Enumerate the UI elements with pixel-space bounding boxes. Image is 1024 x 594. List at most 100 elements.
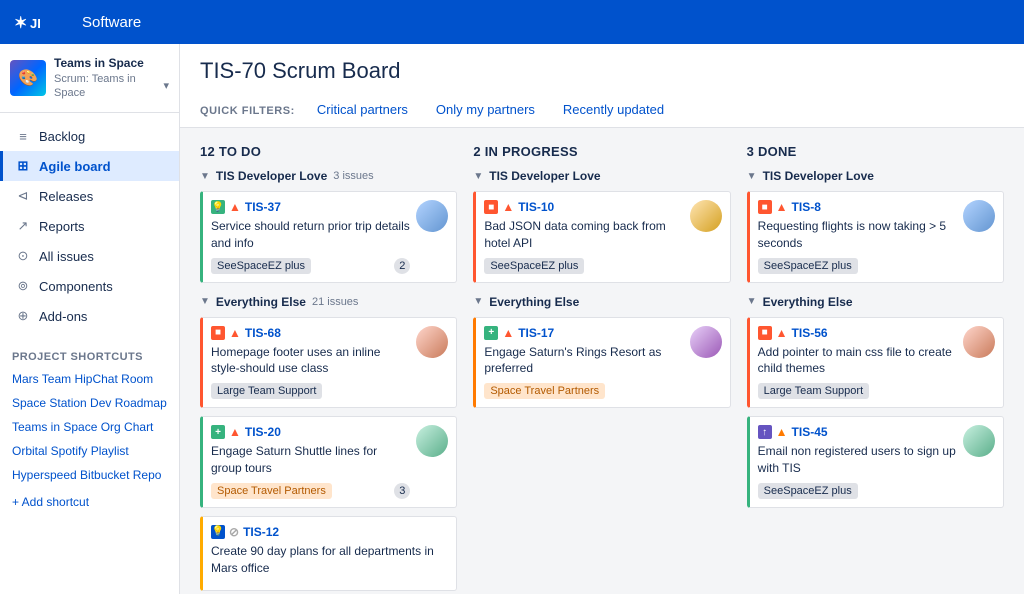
story-icon: 💡: [211, 200, 225, 214]
sidebar-item-all-issues[interactable]: ⊙ All issues: [0, 241, 179, 271]
card-id: ■ ▲ TIS-68: [211, 326, 410, 340]
swimlane-title: Everything Else: [489, 295, 579, 309]
card-tis-8[interactable]: ■ ▲ TIS-8 Requesting flights is now taki…: [747, 191, 1004, 283]
card-avatar: [963, 425, 995, 457]
card-id: ■ ▲ TIS-56: [758, 326, 957, 340]
swimlane-everything-else-todo: ▼ Everything Else 21 issues ■ ▲: [200, 295, 457, 592]
card-id: ↑ ▲ TIS-45: [758, 425, 957, 439]
card-title: Create 90 day plans for all departments …: [211, 543, 448, 577]
chevron-icon: ▼: [473, 171, 483, 182]
improvement-icon: ↑: [758, 425, 772, 439]
sidebar-item-label: Backlog: [39, 129, 85, 144]
story-icon: +: [211, 425, 225, 439]
sidebar-item-label: Releases: [39, 189, 93, 204]
card-id: + ▲ TIS-20: [211, 425, 410, 439]
project-name: Teams in Space: [54, 56, 169, 72]
card-id: + ▲ TIS-17: [484, 326, 683, 340]
swimlane-header-2[interactable]: ▼ Everything Else: [473, 295, 730, 309]
reports-icon: ↗: [15, 218, 31, 234]
main-content: TIS-70 Scrum Board QUICK FILTERS: Critic…: [180, 44, 1024, 594]
card-tis-56[interactable]: ■ ▲ TIS-56 Add pointer to main css file …: [747, 317, 1004, 409]
card-tag: Space Travel Partners: [484, 383, 605, 399]
quick-filter-label: QUICK FILTERS:: [200, 105, 295, 117]
card-avatar: [416, 200, 448, 232]
addons-icon: ⊕: [15, 308, 31, 324]
board-header: TIS-70 Scrum Board QUICK FILTERS: Critic…: [180, 44, 1024, 128]
card-tis-37[interactable]: 💡 ▲ TIS-37 Service should return prior t…: [200, 191, 457, 283]
filter-critical-partners[interactable]: Critical partners: [305, 94, 420, 128]
project-avatar: 🎨: [10, 60, 46, 96]
project-header: 🎨 Teams in Space Scrum: Teams in Space ▾: [0, 44, 179, 113]
swimlane-header[interactable]: ▼ TIS Developer Love 3 issues: [200, 169, 457, 183]
shortcut-hipChat[interactable]: Mars Team HipChat Room: [0, 367, 179, 391]
swimlane-count: 21 issues: [312, 296, 358, 308]
card-footer: SeeSpaceEZ plus: [758, 258, 957, 274]
jira-logo-icon: ✶ JIRA: [12, 8, 40, 36]
priority-icon: ▲: [776, 200, 788, 214]
swimlane-header-2[interactable]: ▼ Everything Else 21 issues: [200, 295, 457, 309]
shortcut-bitbucket[interactable]: Hyperspeed Bitbucket Repo: [0, 463, 179, 487]
card-title: Engage Saturn Shuttle lines for group to…: [211, 443, 410, 477]
sidebar: 🎨 Teams in Space Scrum: Teams in Space ▾…: [0, 44, 180, 594]
card-body: 💡 ▲ TIS-37 Service should return prior t…: [211, 200, 410, 274]
filter-only-my-partners[interactable]: Only my partners: [424, 94, 547, 128]
card-footer: SeeSpaceEZ plus 2: [211, 258, 410, 274]
priority-icon: ▲: [776, 425, 788, 439]
board-columns: 12 To do ▼ TIS Developer Love 3 issues: [200, 144, 1004, 594]
sidebar-nav: ≡ Backlog ⊞ Agile board ⊲ Releases ↗ Rep…: [0, 113, 179, 339]
sidebar-item-backlog[interactable]: ≡ Backlog: [0, 121, 179, 151]
card-id: 💡 ⊘ TIS-12: [211, 525, 448, 539]
card-title: Requesting flights is now taking > 5 sec…: [758, 218, 957, 252]
swimlane-header-2[interactable]: ▼ Everything Else: [747, 295, 1004, 309]
card-title: Service should return prior trip details…: [211, 218, 410, 252]
swimlane-title: TIS Developer Love: [489, 169, 600, 183]
card-tag: SeeSpaceEZ plus: [211, 258, 311, 274]
shortcut-roadmap[interactable]: Space Station Dev Roadmap: [0, 391, 179, 415]
card-body: + ▲ TIS-20 Engage Saturn Shuttle lines f…: [211, 425, 410, 499]
card-tis-68[interactable]: ■ ▲ TIS-68 Homepage footer uses an inlin…: [200, 317, 457, 409]
card-avatar: [416, 326, 448, 358]
card-footer: Space Travel Partners: [484, 383, 683, 399]
card-tis-20[interactable]: + ▲ TIS-20 Engage Saturn Shuttle lines f…: [200, 416, 457, 508]
card-tis-17[interactable]: + ▲ TIS-17 Engage Saturn's Rings Resort …: [473, 317, 730, 409]
card-title: Homepage footer uses an inline style-sho…: [211, 344, 410, 378]
column-done: 3 Done ▼ TIS Developer Love: [747, 144, 1004, 594]
shortcut-spotify[interactable]: Orbital Spotify Playlist: [0, 439, 179, 463]
card-body: ■ ▲ TIS-8 Requesting flights is now taki…: [758, 200, 957, 274]
shortcut-org-chart[interactable]: Teams in Space Org Chart: [0, 415, 179, 439]
card-title: Add pointer to main css file to create c…: [758, 344, 957, 378]
priority-icon: ▲: [502, 326, 514, 340]
priority-icon: ▲: [776, 326, 788, 340]
card-id: ■ ▲ TIS-8: [758, 200, 957, 214]
card-avatar: [963, 200, 995, 232]
sidebar-item-addons[interactable]: ⊕ Add-ons: [0, 301, 179, 331]
sidebar-item-components[interactable]: ⊚ Components: [0, 271, 179, 301]
card-tis-10[interactable]: ■ ▲ TIS-10 Bad JSON data coming back fro…: [473, 191, 730, 283]
card-tis-45[interactable]: ↑ ▲ TIS-45 Email non registered users to…: [747, 416, 1004, 508]
card-title: Email non registered users to sign up wi…: [758, 443, 957, 477]
column-inner-inprogress: ▼ TIS Developer Love ■ ▲ TIS-10: [473, 169, 730, 408]
sidebar-item-label: Agile board: [39, 159, 111, 174]
story-icon: +: [484, 326, 498, 340]
filter-recently-updated[interactable]: Recently updated: [551, 94, 676, 128]
card-tis-12[interactable]: 💡 ⊘ TIS-12 Create 90 day plans for all d…: [200, 516, 457, 592]
swimlane-header[interactable]: ▼ TIS Developer Love: [473, 169, 730, 183]
add-shortcut-button[interactable]: + Add shortcut: [0, 487, 179, 517]
card-footer: Space Travel Partners 3: [211, 483, 410, 499]
project-info: Teams in Space Scrum: Teams in Space ▾: [54, 56, 169, 100]
column-todo: 12 To do ▼ TIS Developer Love 3 issues: [200, 144, 457, 594]
sidebar-item-agile-board[interactable]: ⊞ Agile board: [0, 151, 179, 181]
priority-icon: ▲: [229, 425, 241, 439]
card-badge: 2: [394, 258, 410, 274]
swimlane-title: Everything Else: [216, 295, 306, 309]
swimlane-title: Everything Else: [763, 295, 853, 309]
swimlane-tis-dev-love-prog: ▼ TIS Developer Love ■ ▲ TIS-10: [473, 169, 730, 283]
sidebar-item-reports[interactable]: ↗ Reports: [0, 211, 179, 241]
swimlane-header[interactable]: ▼ TIS Developer Love: [747, 169, 1004, 183]
sidebar-item-releases[interactable]: ⊲ Releases: [0, 181, 179, 211]
priority-icon: ▲: [502, 200, 514, 214]
board-columns-container: 12 To do ▼ TIS Developer Love 3 issues: [180, 128, 1024, 594]
bug-icon: ■: [758, 326, 772, 340]
bug-icon: ■: [758, 200, 772, 214]
card-id: ■ ▲ TIS-10: [484, 200, 683, 214]
